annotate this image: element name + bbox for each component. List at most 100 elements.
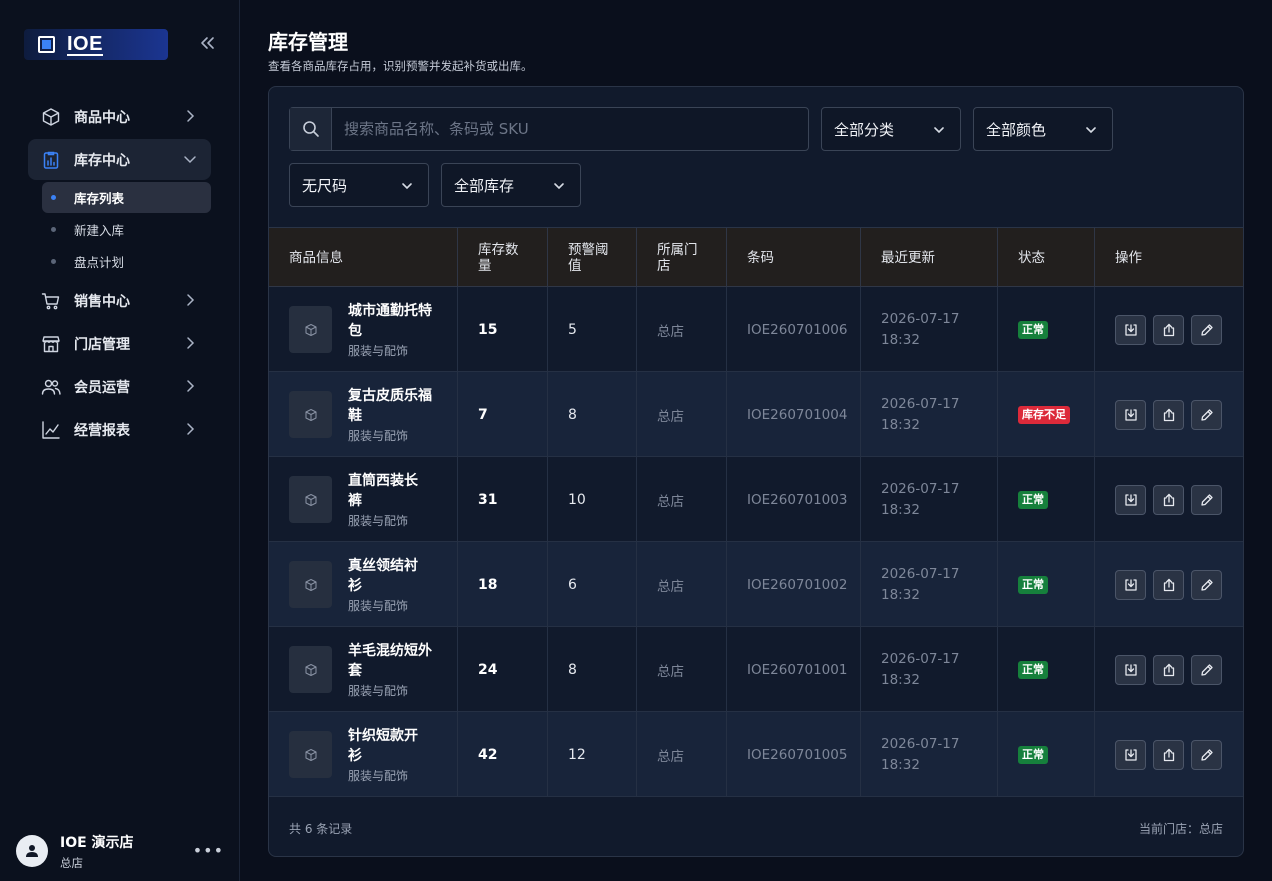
- edit-button[interactable]: [1191, 484, 1222, 515]
- nav-item-members[interactable]: 会员运营: [28, 366, 211, 407]
- user-name: IOE 演示店: [60, 835, 134, 851]
- search-icon[interactable]: [290, 108, 332, 150]
- header-barcode: 条码: [727, 228, 861, 287]
- box-icon: [41, 107, 61, 127]
- search-input[interactable]: [332, 108, 808, 150]
- product-category: 服装与配饰: [348, 343, 409, 358]
- size-select[interactable]: 无尺码: [289, 163, 429, 207]
- product-category: 服装与配饰: [348, 683, 409, 698]
- warning-threshold: 6: [568, 576, 577, 593]
- nav-item-inventory[interactable]: 库存中心: [28, 139, 211, 180]
- chevron-right-icon: [183, 336, 197, 350]
- sub-item-stocktake-plan[interactable]: 盘点计划: [42, 246, 211, 277]
- nav-label: 商品中心: [74, 109, 130, 126]
- product-thumbnail-icon: [289, 476, 332, 523]
- cell-product: 直筒西装长裤 服装与配饰: [269, 457, 458, 542]
- edit-button[interactable]: [1191, 399, 1222, 430]
- updated-time: 18:32: [881, 416, 920, 433]
- status-badge: 正常: [1018, 490, 1048, 509]
- product-name: 真丝领结衬衫: [348, 557, 418, 594]
- cell-actions: [1095, 712, 1243, 797]
- main-nav: 商品中心 库存中心 库存列表 新建入库 盘点计划 销售中心 门店管理 会员运营 …: [28, 96, 211, 452]
- stock-qty: 18: [478, 576, 498, 593]
- nav-item-reports[interactable]: 经营报表: [28, 409, 211, 450]
- updated-date: 2026-07-17: [881, 395, 960, 412]
- cell-threshold: 12: [548, 712, 637, 797]
- record-count: 共 6 条记录: [289, 822, 353, 836]
- store-name: 总店: [657, 493, 684, 510]
- store-name: 总店: [657, 578, 684, 595]
- stock-qty: 24: [478, 661, 498, 678]
- outbound-button[interactable]: [1153, 399, 1184, 430]
- collapse-sidebar-icon[interactable]: [198, 33, 216, 53]
- outbound-button[interactable]: [1153, 654, 1184, 685]
- brand-logo[interactable]: IOE: [24, 29, 168, 60]
- table-row[interactable]: 针织短款开衫 服装与配饰 42 12 总店 IOE260701005 2026-07-17 1…: [269, 712, 1243, 797]
- sub-item-inventory-list[interactable]: 库存列表: [42, 182, 211, 213]
- edit-button[interactable]: [1191, 314, 1222, 345]
- edit-button[interactable]: [1191, 569, 1222, 600]
- chevron-right-icon: [183, 293, 197, 307]
- table-row[interactable]: 复古皮质乐福鞋 服装与配饰 7 8 总店 IOE260701004 2026-07-17 18…: [269, 372, 1243, 457]
- nav-item-stores[interactable]: 门店管理: [28, 323, 211, 364]
- inbound-button[interactable]: [1115, 654, 1146, 685]
- cell-product: 城市通勤托特包 服装与配饰: [269, 287, 458, 372]
- table-row[interactable]: 真丝领结衬衫 服装与配饰 18 6 总店 IOE260701002 2026-07-17 18…: [269, 542, 1243, 627]
- header-status: 状态: [998, 228, 1095, 287]
- inbound-button[interactable]: [1115, 739, 1146, 770]
- cell-updated: 2026-07-17 18:32: [861, 542, 998, 627]
- product-category: 服装与配饰: [348, 513, 409, 528]
- stock-select[interactable]: 全部库存: [441, 163, 581, 207]
- store-name: 总店: [657, 663, 684, 680]
- table-row[interactable]: 城市通勤托特包 服装与配饰 15 5 总店 IOE260701006 2026-07-17 1…: [269, 287, 1243, 372]
- cell-updated: 2026-07-17 18:32: [861, 287, 998, 372]
- outbound-button[interactable]: [1153, 484, 1184, 515]
- cell-qty: 31: [458, 457, 548, 542]
- inbound-button[interactable]: [1115, 314, 1146, 345]
- barcode: IOE260701004: [747, 406, 848, 423]
- more-options-icon[interactable]: •••: [193, 841, 224, 860]
- header-store: 所属门店: [637, 228, 727, 287]
- header-threshold: 预警阈值: [548, 228, 637, 287]
- edit-button[interactable]: [1191, 654, 1222, 685]
- line-chart-icon: [41, 420, 61, 440]
- logo-icon: [38, 36, 55, 53]
- barcode: IOE260701006: [747, 321, 848, 338]
- inventory-submenu: 库存列表 新建入库 盘点计划: [42, 182, 211, 280]
- stock-qty: 15: [478, 321, 498, 338]
- cell-status: 正常: [998, 287, 1095, 372]
- table-header: 商品信息 库存数量 预警阈值 所属门店 条码 最近更新 状态 操作: [269, 228, 1243, 287]
- product-name: 复古皮质乐福鞋: [348, 387, 432, 424]
- clipboard-chart-icon: [41, 150, 61, 170]
- inbound-button[interactable]: [1115, 399, 1146, 430]
- outbound-button[interactable]: [1153, 569, 1184, 600]
- user-profile[interactable]: IOE 演示店 总店 •••: [16, 829, 226, 873]
- outbound-button[interactable]: [1153, 314, 1184, 345]
- cell-product: 羊毛混纺短外套 服装与配饰: [269, 627, 458, 712]
- product-thumbnail-icon: [289, 646, 332, 693]
- edit-button[interactable]: [1191, 739, 1222, 770]
- status-badge: 正常: [1018, 575, 1048, 594]
- size-select-value: 无尺码: [302, 176, 348, 195]
- nav-item-sales[interactable]: 销售中心: [28, 280, 211, 321]
- cell-barcode: IOE260701006: [727, 287, 861, 372]
- table-row[interactable]: 羊毛混纺短外套 服装与配饰 24 8 总店 IOE260701001 2026-07-17 1…: [269, 627, 1243, 712]
- sub-item-new-inbound[interactable]: 新建入库: [42, 214, 211, 245]
- cell-updated: 2026-07-17 18:32: [861, 372, 998, 457]
- category-select[interactable]: 全部分类: [821, 107, 961, 151]
- cell-qty: 24: [458, 627, 548, 712]
- nav-item-products[interactable]: 商品中心: [28, 96, 211, 137]
- cell-store: 总店: [637, 627, 727, 712]
- table-row[interactable]: 直筒西装长裤 服装与配饰 31 10 总店 IOE260701003 2026-07-17 1…: [269, 457, 1243, 542]
- inbound-button[interactable]: [1115, 484, 1146, 515]
- outbound-button[interactable]: [1153, 739, 1184, 770]
- cell-updated: 2026-07-17 18:32: [861, 712, 998, 797]
- stock-select-value: 全部库存: [454, 176, 515, 195]
- avatar: [16, 835, 48, 867]
- color-select[interactable]: 全部颜色: [973, 107, 1113, 151]
- inbound-button[interactable]: [1115, 569, 1146, 600]
- product-category: 服装与配饰: [348, 598, 409, 613]
- page-title: 库存管理: [268, 30, 348, 54]
- cell-qty: 7: [458, 372, 548, 457]
- nav-label: 库存中心: [74, 152, 130, 169]
